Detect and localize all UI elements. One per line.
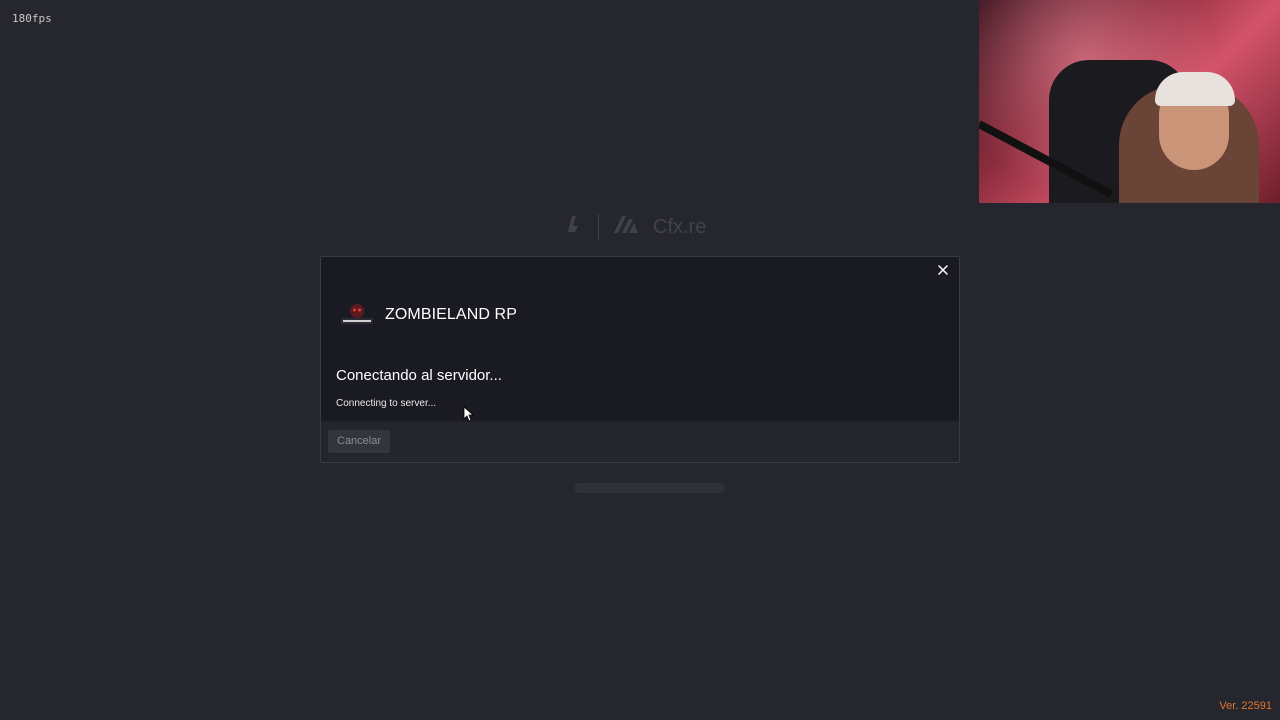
brand-separator bbox=[598, 214, 599, 240]
cancel-button[interactable]: Cancelar bbox=[328, 430, 391, 453]
connection-status-detail: Connecting to server... bbox=[336, 398, 437, 409]
connecting-dialog: ZOMBIELAND RP Conectando al servidor... … bbox=[320, 256, 960, 463]
fps-counter: 180fps bbox=[12, 12, 52, 25]
background-brand-text: Cfx.re bbox=[653, 215, 707, 238]
fivem-logo-icon bbox=[566, 214, 584, 240]
mouse-cursor-icon bbox=[463, 406, 475, 422]
version-label: Ver. 22591 bbox=[1219, 700, 1272, 712]
background-hint bbox=[575, 483, 725, 493]
server-name: ZOMBIELAND RP bbox=[385, 306, 517, 323]
background-brand: Cfx.re bbox=[566, 214, 706, 240]
zombieland-logo-icon bbox=[339, 301, 375, 329]
server-header: ZOMBIELAND RP bbox=[339, 301, 517, 329]
dialog-footer: Cancelar bbox=[321, 421, 959, 462]
webcam-cap bbox=[1155, 72, 1235, 106]
cfx-logo-icon bbox=[613, 214, 639, 240]
connection-status-title: Conectando al servidor... bbox=[336, 367, 502, 384]
webcam-overlay bbox=[979, 0, 1280, 203]
close-icon[interactable] bbox=[935, 263, 951, 279]
game-launcher-screen: 180fps Cfx.re ZOMBIELAND RP Conectando a… bbox=[0, 0, 1280, 720]
